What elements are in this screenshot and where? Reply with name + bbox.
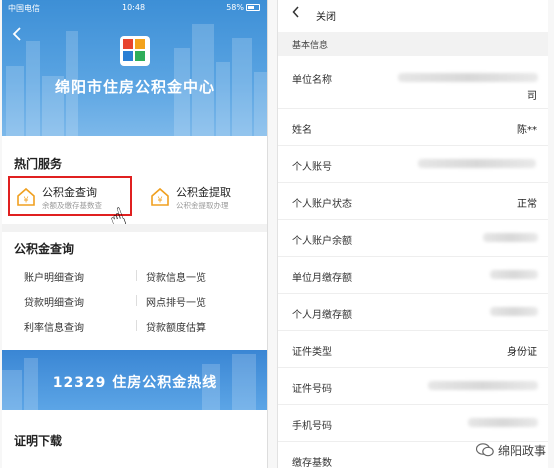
grid-divider bbox=[136, 295, 137, 306]
grid-item-loan-detail[interactable]: 贷款明细查询 bbox=[24, 294, 84, 309]
hero-title: 绵阳市住房公积金中心 bbox=[54, 78, 215, 96]
section-title: 基本信息 bbox=[292, 41, 329, 51]
info-row-unit-monthly: 单位月缴存额 bbox=[278, 257, 548, 294]
redacted-value bbox=[428, 381, 538, 390]
redacted-value bbox=[483, 233, 538, 242]
hotline-text: 12329 住房公积金热线 bbox=[52, 375, 218, 391]
hot-services-title: 热门服务 bbox=[14, 157, 63, 171]
row-value: 身份证 bbox=[507, 347, 537, 358]
housing-fund-logo bbox=[120, 36, 150, 66]
row-label: 证件号码 bbox=[292, 384, 332, 395]
info-row-balance: 个人账户余额 bbox=[278, 220, 548, 257]
right-phone-screen: 关闭 基本信息 单位名称 司 姓名 陈** 个人账号 个人账户状态 正常 个人账… bbox=[277, 0, 548, 468]
hero-banner: 中国电信 10:48 58% 绵阳市住房公积金中心 bbox=[2, 0, 267, 136]
fund-withdraw-service[interactable]: ¥ 公积金提取 公积金提取办理 bbox=[150, 182, 260, 214]
basic-info-header: 基本信息 bbox=[278, 32, 548, 56]
hotline-banner[interactable]: 12329 住房公积金热线 bbox=[2, 350, 267, 410]
row-label: 个人月缴存额 bbox=[292, 310, 352, 321]
wechat-icon bbox=[475, 443, 494, 457]
battery-icon bbox=[246, 4, 260, 11]
redacted-value bbox=[398, 73, 538, 82]
service-desc: 公积金提取办理 bbox=[176, 201, 229, 210]
grid-item-loan-estimate[interactable]: 贷款额度估算 bbox=[146, 319, 206, 334]
header-bar: 关闭 bbox=[278, 0, 548, 30]
info-row-personal-monthly: 个人月缴存额 bbox=[278, 294, 548, 331]
close-button[interactable]: 关闭 bbox=[316, 8, 336, 23]
info-row-account: 个人账号 bbox=[278, 146, 548, 183]
back-icon[interactable] bbox=[292, 6, 300, 22]
row-value: 正常 bbox=[517, 199, 537, 210]
watermark: 绵阳政事 bbox=[475, 442, 546, 464]
carrier-label: 中国电信 bbox=[8, 4, 40, 13]
grid-item-branch-queue[interactable]: 网点排号一览 bbox=[146, 294, 206, 309]
row-label: 姓名 bbox=[292, 125, 312, 136]
clock: 10:48 bbox=[122, 3, 146, 12]
watermark-text: 绵阳政事 bbox=[497, 444, 546, 458]
cert-download-title[interactable]: 证明下载 bbox=[14, 432, 62, 449]
row-value: 司 bbox=[527, 91, 537, 102]
divider bbox=[2, 224, 267, 232]
grid-divider bbox=[136, 320, 137, 331]
row-label: 个人账号 bbox=[292, 162, 332, 173]
redacted-value bbox=[490, 307, 538, 316]
row-label: 单位名称 bbox=[292, 75, 332, 86]
back-icon[interactable] bbox=[12, 26, 22, 45]
row-label: 缴存基数 bbox=[292, 458, 332, 468]
svg-text:¥: ¥ bbox=[157, 196, 162, 205]
left-phone-screen: 中国电信 10:48 58% 绵阳市住房公积金中心 热门服务 ¥ 公积金查询 余… bbox=[2, 0, 268, 468]
grid-item-loan-info[interactable]: 贷款信息一览 bbox=[146, 269, 206, 284]
row-label: 证件类型 bbox=[292, 347, 332, 358]
info-row-name: 姓名 陈** bbox=[278, 109, 548, 146]
fund-query-section-title: 公积金查询 bbox=[14, 242, 75, 256]
row-label: 手机号码 bbox=[292, 421, 332, 432]
battery-percent: 58% bbox=[226, 3, 244, 12]
battery-indicator: 58% bbox=[226, 3, 260, 12]
row-label: 个人账户余额 bbox=[292, 236, 352, 247]
row-value: 陈** bbox=[517, 125, 537, 136]
info-row-company: 单位名称 司 bbox=[278, 57, 548, 109]
house-coin-icon: ¥ bbox=[150, 187, 170, 207]
grid-item-account-detail[interactable]: 账户明细查询 bbox=[24, 269, 84, 284]
redacted-value bbox=[468, 418, 538, 427]
redacted-value bbox=[418, 159, 536, 168]
info-row-id-type: 证件类型 身份证 bbox=[278, 331, 548, 368]
grid-item-rate-info[interactable]: 利率信息查询 bbox=[24, 319, 84, 334]
redacted-value bbox=[490, 270, 538, 279]
status-bar: 中国电信 10:48 58% bbox=[2, 3, 267, 15]
info-row-phone: 手机号码 bbox=[278, 405, 548, 442]
info-row-id-number: 证件号码 bbox=[278, 368, 548, 405]
row-label: 个人账户状态 bbox=[292, 199, 352, 210]
row-label: 单位月缴存额 bbox=[292, 273, 352, 284]
service-name: 公积金提取 bbox=[176, 186, 231, 199]
info-row-status: 个人账户状态 正常 bbox=[278, 183, 548, 220]
grid-divider bbox=[136, 270, 137, 281]
